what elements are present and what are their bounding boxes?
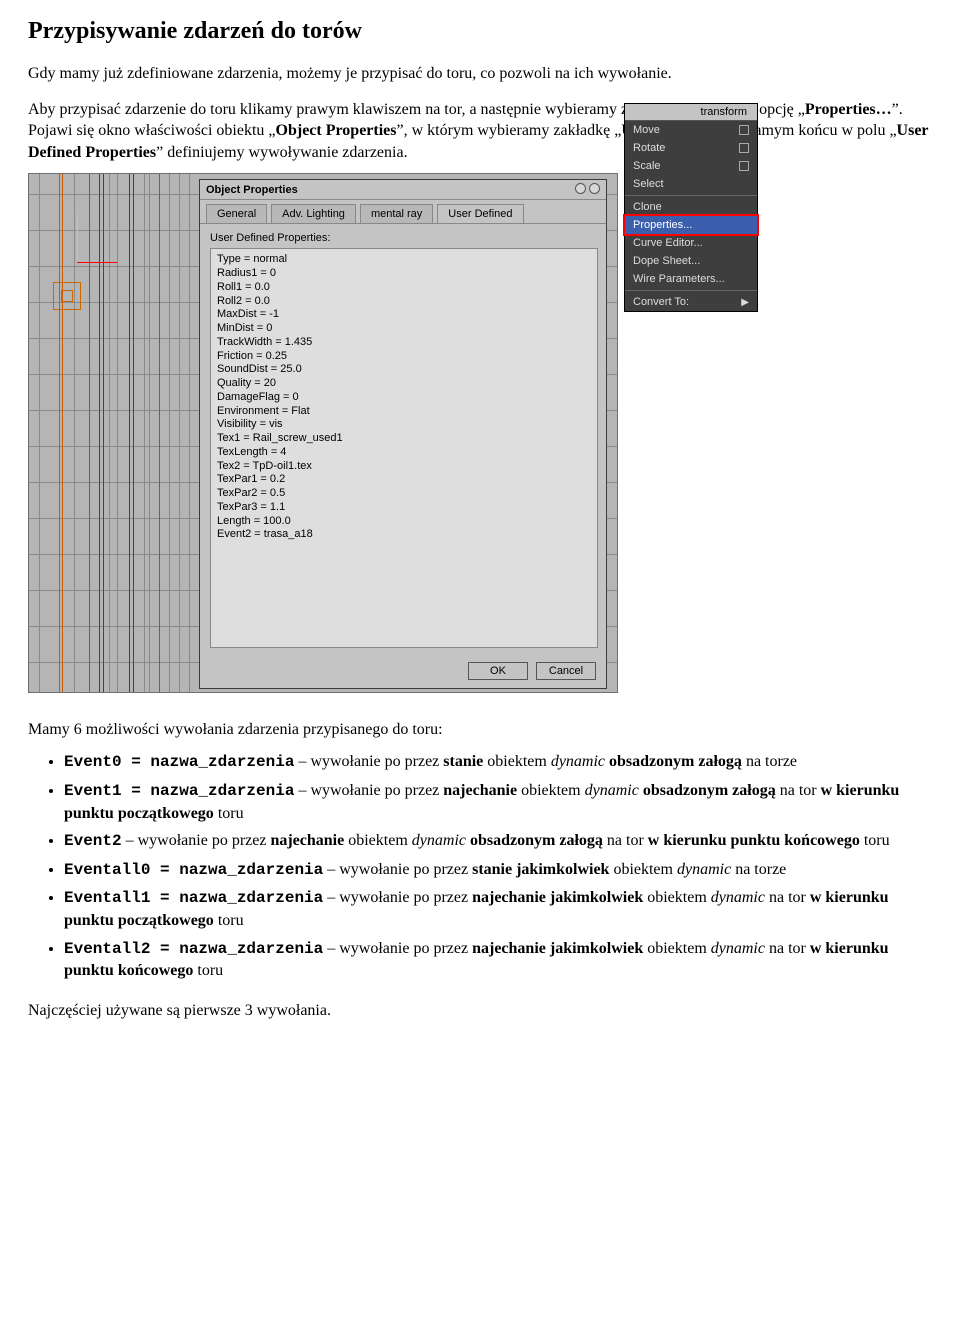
close-icon[interactable] (589, 183, 600, 194)
tab-user-defined[interactable]: User Defined (437, 204, 523, 223)
ok-button[interactable]: OK (468, 662, 528, 680)
cancel-button[interactable]: Cancel (536, 662, 596, 680)
dialog-window-buttons[interactable] (572, 183, 600, 197)
help-icon[interactable] (575, 183, 586, 194)
user-defined-label: User Defined Properties: (210, 232, 596, 244)
page-title: Przypisywanie zdarzeń do torów (28, 18, 932, 45)
p2e: ”, w którym wybieramy zakładkę „ (397, 122, 622, 139)
user-defined-properties-textarea[interactable]: Type = normal Radius1 = 0 Roll1 = 0.0 Ro… (210, 248, 598, 648)
tab-adv-lighting[interactable]: Adv. Lighting (271, 204, 356, 223)
ctx-item-clone[interactable]: Clone (625, 198, 757, 216)
checkbox-icon (739, 125, 749, 135)
context-menu-header: transform (625, 104, 757, 121)
ctx-item-curve-editor[interactable]: Curve Editor... (625, 234, 757, 252)
bullet-eventall0: Eventall0 = nazwa_zdarzenia – wywołanie … (64, 859, 932, 882)
p2b: Properties… (805, 101, 892, 118)
viewport-3d: Object Properties General Adv. Lighting … (28, 173, 618, 693)
ctx-item-select[interactable]: Select (625, 175, 757, 193)
ctx-item-convert-to[interactable]: Convert To:▶ (625, 293, 757, 311)
event-bullets: Event0 = nazwa_zdarzenia – wywołanie po … (64, 751, 932, 981)
bullet-eventall2: Eventall2 = nazwa_zdarzenia – wywołanie … (64, 938, 932, 982)
intro-paragraph-2: Aby przypisać zdarzenie do toru klikamy … (28, 99, 932, 164)
ctx-item-rotate[interactable]: Rotate (625, 139, 757, 157)
p2d: Object Properties (276, 122, 397, 139)
ctx-item-properties[interactable]: Properties... (625, 216, 757, 234)
bullet-event1: Event1 = nazwa_zdarzenia – wywołanie po … (64, 780, 932, 824)
tab-general[interactable]: General (206, 204, 267, 223)
bullet-eventall1: Eventall1 = nazwa_zdarzenia – wywołanie … (64, 887, 932, 931)
p2i: ” definiujemy wywoływanie zdarzenia. (156, 144, 407, 161)
dialog-titlebar[interactable]: Object Properties (200, 180, 606, 200)
tab-mental-ray[interactable]: mental ray (360, 204, 433, 223)
dialog-tabs: General Adv. Lighting mental ray User De… (200, 200, 606, 224)
closing-paragraph: Najczęściej używane są pierwsze 3 wywoła… (28, 1002, 932, 1020)
ctx-item-scale[interactable]: Scale (625, 157, 757, 175)
section-2-lead: Mamy 6 możliwości wywołania zdarzenia pr… (28, 721, 932, 739)
intro-paragraph-1: Gdy mamy już zdefiniowane zdarzenia, moż… (28, 63, 932, 85)
checkbox-icon (739, 143, 749, 153)
ctx-item-dope-sheet[interactable]: Dope Sheet... (625, 252, 757, 270)
ctx-item-move[interactable]: Move (625, 121, 757, 139)
screenshot-right: transform Move Rotate Scale Select Clone… (624, 103, 758, 312)
dialog-title: Object Properties (206, 184, 298, 196)
bullet-event2: Event2 – wywołanie po przez najechanie o… (64, 830, 932, 853)
context-menu: Move Rotate Scale Select Clone Propertie… (625, 121, 757, 311)
checkbox-icon (739, 161, 749, 171)
chevron-right-icon: ▶ (741, 297, 749, 308)
ctx-item-wire-parameters[interactable]: Wire Parameters... (625, 270, 757, 288)
bullet-event0: Event0 = nazwa_zdarzenia – wywołanie po … (64, 751, 932, 774)
object-properties-dialog: Object Properties General Adv. Lighting … (199, 179, 607, 689)
screenshot-left: Object Properties General Adv. Lighting … (28, 173, 618, 693)
